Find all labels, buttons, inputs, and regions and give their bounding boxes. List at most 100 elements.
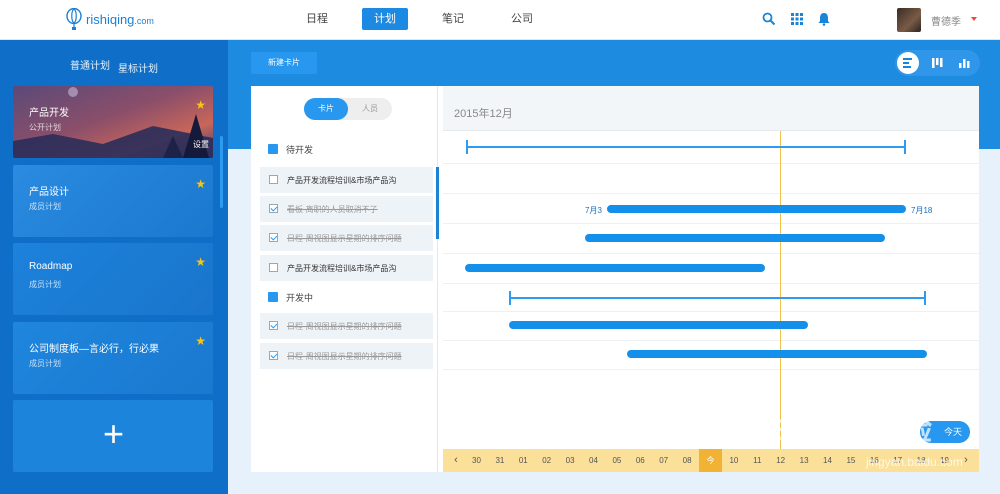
top-bar: rishiqing.com 日程 计划 笔记 公司 曹德季 (0, 0, 1000, 40)
month-label: 2015年12月 (454, 108, 513, 120)
nav-company[interactable]: 公司 (499, 8, 545, 30)
timeline-day[interactable]: 04 (582, 449, 605, 472)
task-label: 日程-周视图显示星期的排序问题 (287, 322, 402, 331)
board-icon (268, 292, 278, 302)
timeline-day[interactable]: 31 (488, 449, 511, 472)
group-label: 待开发 (286, 145, 314, 155)
board-icon (268, 144, 278, 154)
card-title: 产品设计 (29, 187, 69, 198)
timeline-day[interactable]: 11 (746, 449, 769, 472)
nav-schedule[interactable]: 日程 (294, 8, 340, 30)
bar-end-label: 7月18 (911, 206, 933, 215)
card-subtitle: 成员计划 (29, 202, 61, 211)
user-name[interactable]: 曹德季 (931, 13, 961, 28)
group-span-bar[interactable] (466, 140, 906, 154)
timeline-day-today[interactable]: 今 (699, 449, 722, 472)
grid-line (443, 223, 979, 224)
card-subtitle: 成员计划 (29, 280, 61, 289)
plan-card[interactable]: 产品开发 公开计划 ★ 设置 (13, 86, 213, 158)
card-title: 公司制度板—言必行，行必果 (29, 344, 159, 355)
star-icon[interactable]: ★ (195, 255, 206, 269)
task-checkbox[interactable] (269, 204, 278, 213)
task-checkbox[interactable] (269, 233, 278, 242)
timeline-day[interactable]: 03 (559, 449, 582, 472)
card-settings-link[interactable]: 设置 (193, 139, 209, 150)
grid-line (443, 283, 979, 284)
task-list-scrollbar[interactable] (436, 167, 439, 239)
group-label: 开发中 (286, 293, 314, 303)
timeline-day[interactable]: 14 (816, 449, 839, 472)
today-button[interactable]: 今天 (920, 421, 970, 443)
avatar[interactable] (897, 8, 921, 32)
task-item[interactable]: 看板-离职的人员取消不了 (260, 196, 433, 222)
plan-card[interactable]: 公司制度板—言必行，行必果 成员计划 ★ (13, 322, 213, 394)
chevron-left-icon[interactable]: ‹ (447, 449, 465, 472)
task-checkbox[interactable] (269, 263, 278, 272)
task-bar[interactable] (585, 234, 885, 242)
plan-card[interactable]: Roadmap 成员计划 ★ (13, 243, 213, 315)
segment-members[interactable]: 人员 (348, 98, 392, 120)
timeline-day[interactable]: 10 (722, 449, 745, 472)
grid-line (443, 311, 979, 312)
timeline-day[interactable]: 08 (676, 449, 699, 472)
task-label: 看板-离职的人员取消不了 (287, 205, 378, 214)
today-marker (780, 131, 781, 449)
view-segment: 卡片 人员 (304, 98, 392, 120)
tab-starred-plans[interactable]: 星标计划 (118, 60, 158, 75)
task-bar[interactable] (607, 205, 906, 213)
add-plan-button[interactable]: + (13, 400, 213, 472)
stats-view-icon[interactable] (953, 52, 975, 74)
new-card-button[interactable]: 新建卡片 (251, 52, 317, 74)
task-checkbox[interactable] (269, 321, 278, 330)
timeline-day[interactable]: 15 (839, 449, 862, 472)
search-icon[interactable] (762, 12, 776, 26)
bell-icon[interactable] (817, 12, 831, 26)
tab-normal-plans[interactable]: 普通计划 (70, 57, 110, 72)
star-icon[interactable]: ★ (195, 177, 206, 191)
timeline-day[interactable]: 01 (512, 449, 535, 472)
timeline-day[interactable]: 07 (652, 449, 675, 472)
task-bar[interactable] (509, 321, 808, 329)
timeline-day[interactable]: 17 (886, 449, 909, 472)
gantt-view-icon[interactable] (897, 52, 919, 74)
bar-start-label: 7月3 (585, 206, 602, 215)
segment-cards[interactable]: 卡片 (304, 98, 348, 120)
group-span-bar[interactable] (509, 291, 926, 305)
task-label: 产品开发流程培训&市场产品沟 (287, 176, 397, 185)
task-bar[interactable] (627, 350, 927, 358)
timeline-day[interactable]: 05 (605, 449, 628, 472)
timeline-day[interactable]: 19 (933, 449, 956, 472)
apps-grid-icon[interactable] (790, 12, 804, 26)
task-checkbox[interactable] (269, 351, 278, 360)
nav-plan[interactable]: 计划 (362, 8, 408, 30)
timeline-day[interactable]: 02 (535, 449, 558, 472)
plus-icon: + (103, 413, 125, 454)
task-item[interactable]: 日程-周视图显示星期的排序问题 (260, 225, 433, 251)
task-bar[interactable] (465, 264, 765, 272)
chevron-right-icon[interactable]: › (957, 449, 975, 472)
task-checkbox[interactable] (269, 175, 278, 184)
timeline-day[interactable]: 06 (629, 449, 652, 472)
sidebar-scrollbar[interactable] (220, 136, 223, 208)
gantt-header (443, 86, 979, 131)
balloon-icon (66, 8, 82, 30)
task-item[interactable]: 日程-周视图显示星期的排序问题 (260, 313, 433, 339)
timeline-day[interactable]: 13 (793, 449, 816, 472)
view-toggle-group (895, 50, 980, 76)
star-icon[interactable]: ★ (195, 98, 206, 112)
timeline-day[interactable]: 16 (863, 449, 886, 472)
timeline-strip: ‹ › 30 31 01 02 03 04 05 06 07 08 今 10 11 12 13 14 15 16 1… (443, 449, 979, 472)
brand-logo[interactable]: rishiqing.com (66, 8, 154, 30)
chevron-down-icon[interactable] (971, 17, 977, 21)
nav-notes[interactable]: 笔记 (430, 8, 476, 30)
card-title: 产品开发 (29, 108, 69, 119)
star-icon[interactable]: ★ (195, 334, 206, 348)
timeline-day[interactable]: 12 (769, 449, 792, 472)
board-view-icon[interactable] (926, 52, 948, 74)
timeline-day[interactable]: 30 (465, 449, 488, 472)
plan-card[interactable]: 产品设计 成员计划 ★ (13, 165, 213, 237)
task-item[interactable]: 产品开发流程培训&市场产品沟 (260, 255, 433, 281)
timeline-day[interactable]: 18 (910, 449, 933, 472)
task-item[interactable]: 日程-周视图显示星期的排序问题 (260, 343, 433, 369)
task-item[interactable]: 产品开发流程培训&市场产品沟 (260, 167, 433, 193)
